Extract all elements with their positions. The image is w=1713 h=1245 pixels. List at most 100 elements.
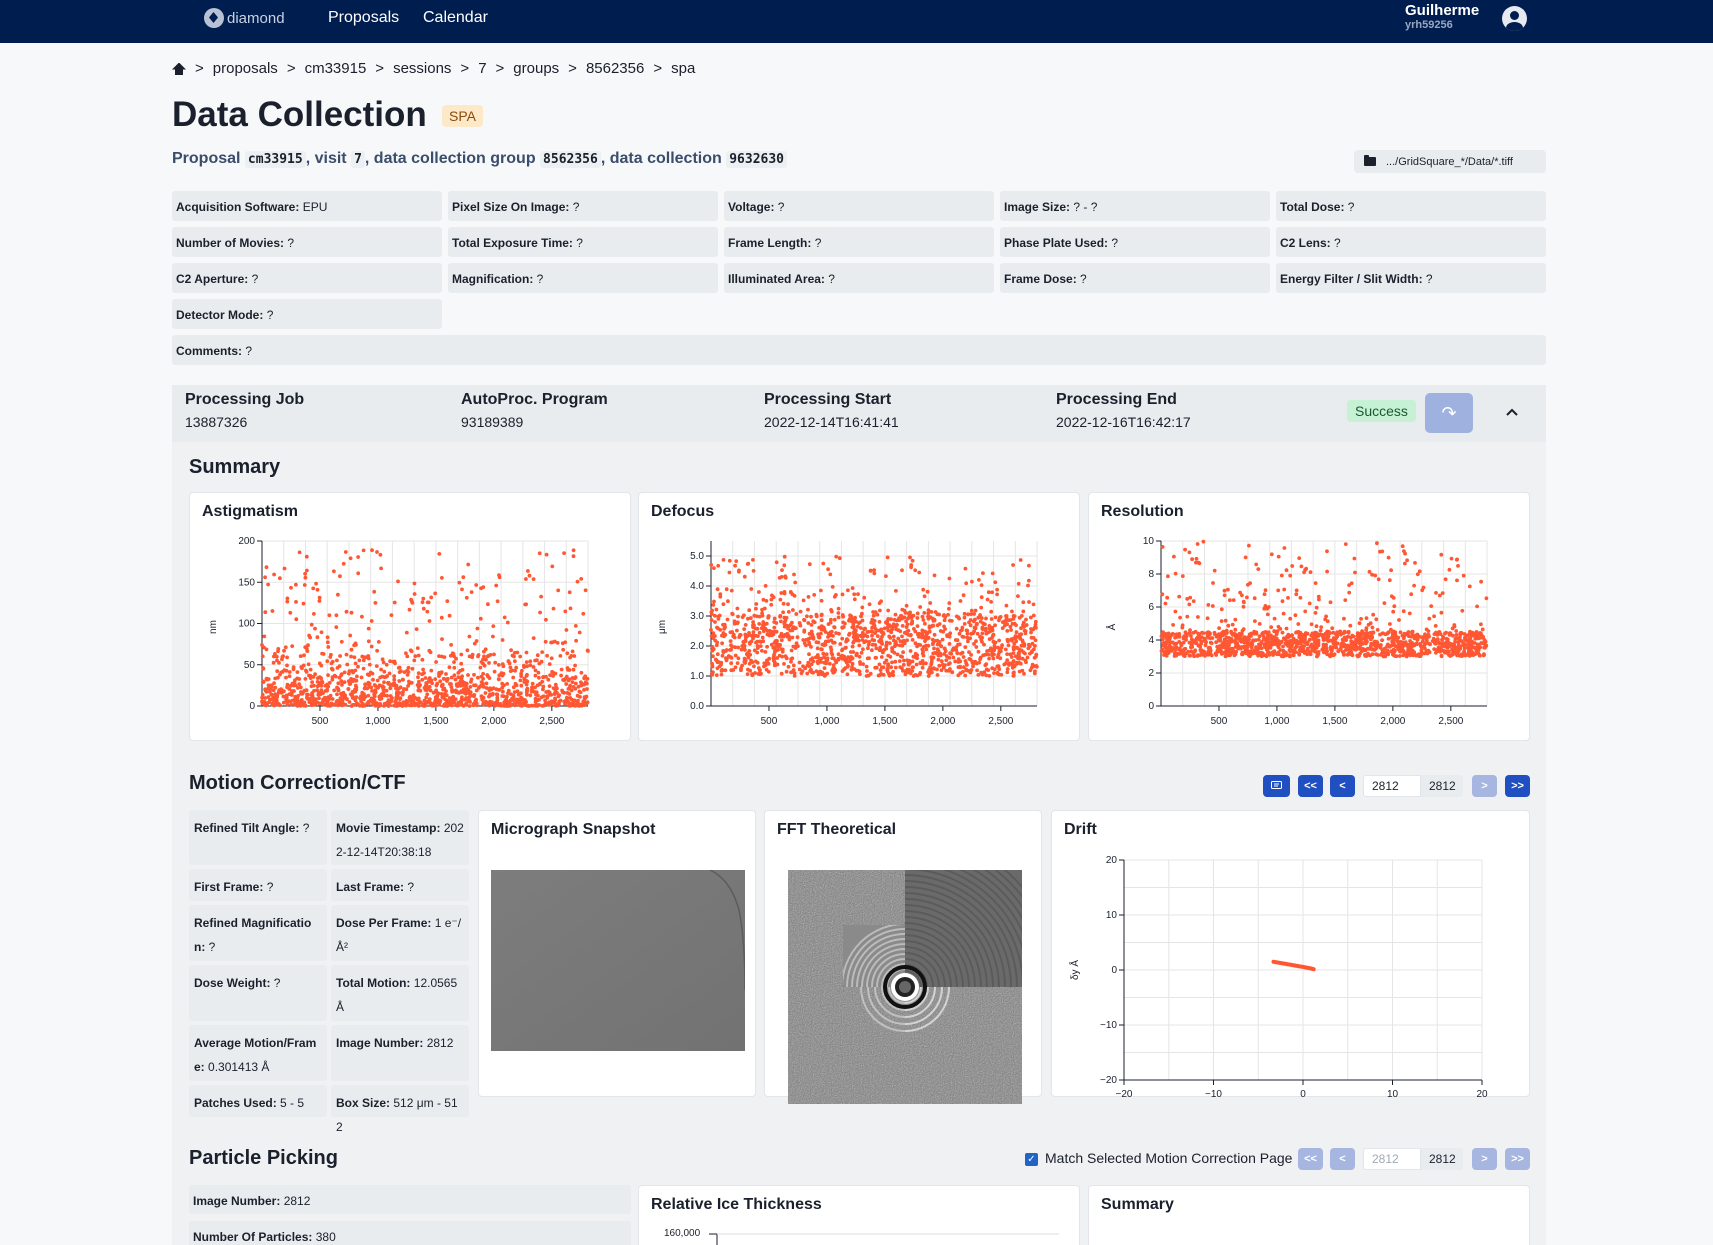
x-tick-label: −20 (1116, 1089, 1133, 1098)
data-point (1188, 628, 1192, 632)
data-point (284, 675, 288, 680)
resolution-chart[interactable]: 0246810500 1,000 1,500 2,000 2,500Å (1089, 493, 1531, 742)
data-point (731, 634, 736, 639)
match-page-checkbox[interactable]: ✓ (1025, 1153, 1038, 1166)
y-tick-label: 6 (1148, 602, 1154, 613)
data-point (1230, 622, 1235, 627)
data-point (583, 588, 588, 593)
data-point (908, 649, 913, 653)
data-point (556, 588, 561, 593)
micrograph-image[interactable] (491, 870, 745, 1051)
breadcrumb-item[interactable]: groups (513, 60, 559, 77)
collapse-button[interactable] (1497, 397, 1527, 427)
data-point (264, 676, 269, 681)
data-point (290, 644, 295, 648)
data-point (357, 658, 362, 663)
data-point (1472, 641, 1477, 645)
picking-last-button[interactable]: >> (1505, 1148, 1530, 1170)
data-point (362, 695, 367, 699)
breadcrumb-item[interactable]: proposals (213, 60, 278, 77)
data-point (920, 614, 925, 619)
picking-first-button[interactable]: << (1298, 1148, 1323, 1170)
data-point (269, 685, 274, 689)
ice-thickness-chart[interactable] (639, 1186, 1081, 1245)
data-point (463, 691, 468, 696)
reprocess-button[interactable]: ↷ (1425, 393, 1473, 433)
data-point (759, 626, 764, 631)
next-page-button[interactable]: > (1472, 775, 1497, 797)
proposal-code: cm33915 (244, 151, 306, 168)
defocus-chart[interactable]: 0.01.02.03.04.05.0500 1,000 1,500 2,000 2,50… (639, 493, 1081, 742)
data-point (1443, 641, 1448, 646)
data-point (1353, 570, 1357, 575)
data-point (832, 625, 836, 629)
first-page-button[interactable]: << (1298, 775, 1323, 797)
data-point (298, 685, 303, 690)
brand-logo[interactable]: diamond (204, 8, 285, 28)
breadcrumb-item[interactable]: 7 (478, 60, 486, 77)
data-point (1016, 594, 1020, 598)
comments-button[interactable] (1263, 775, 1290, 797)
drift-chart[interactable]: −2020−10100010−1020−20δx Åδy Å (1052, 811, 1531, 1098)
data-point (333, 674, 338, 679)
data-point (1325, 569, 1329, 574)
astigmatism-chart[interactable]: 050100150200500 1,000 1,500 2,000 2,500nm (190, 493, 632, 742)
data-point (1033, 622, 1038, 627)
data-point (433, 703, 438, 708)
data-point (345, 662, 350, 667)
data-point (992, 648, 997, 653)
data-point (749, 658, 753, 663)
data-point (1000, 626, 1005, 630)
nav-link-calendar[interactable]: Calendar (423, 9, 488, 27)
home-icon[interactable] (172, 63, 186, 75)
data-point (533, 685, 537, 690)
motion-correction-title: Motion Correction/CTF (189, 772, 406, 794)
picking-next-button[interactable]: > (1472, 1148, 1497, 1170)
data-point (330, 697, 335, 701)
user-info[interactable]: Guilherme yrh59256 (1405, 2, 1479, 31)
file-path-box[interactable]: .../GridSquare_*/Data/*.tiff (1354, 150, 1546, 173)
data-point (571, 554, 576, 559)
picking-page-input[interactable]: 2812 (1363, 1148, 1421, 1170)
last-page-button[interactable]: >> (1505, 775, 1530, 797)
data-point (1208, 640, 1213, 645)
data-point (1386, 636, 1391, 641)
avatar-icon[interactable] (1502, 6, 1527, 31)
data-point (416, 671, 421, 675)
breadcrumb-item[interactable]: sessions (393, 60, 451, 77)
picking-prev-button[interactable]: < (1330, 1148, 1355, 1170)
data-point (365, 682, 370, 686)
data-point (585, 687, 589, 691)
data-point (1482, 645, 1487, 650)
data-point (1229, 646, 1233, 651)
fft-image[interactable] (788, 870, 1022, 1104)
data-point (850, 644, 855, 649)
info-cell: Voltage: ? (724, 191, 994, 221)
data-point (505, 682, 510, 686)
breadcrumb-item[interactable]: 8562356 (586, 60, 644, 77)
motion-page-input[interactable]: 2812 (1363, 775, 1421, 797)
data-point (971, 664, 975, 669)
data-point (514, 683, 519, 688)
data-point (330, 675, 335, 679)
data-point (862, 595, 867, 600)
data-point (1019, 632, 1024, 637)
data-point (781, 610, 785, 615)
processing-job-header[interactable]: Processing Job 13887326 AutoProc. Progra… (172, 385, 1546, 442)
data-point (1426, 632, 1431, 637)
data-point (349, 647, 354, 652)
data-point (1359, 617, 1363, 621)
data-point (335, 658, 339, 663)
breadcrumb-item[interactable]: cm33915 (305, 60, 367, 77)
data-point (1272, 636, 1277, 641)
nav-link-proposals[interactable]: Proposals (328, 9, 399, 27)
prev-page-button[interactable]: < (1330, 775, 1355, 797)
data-point (1233, 627, 1238, 632)
data-point (840, 625, 845, 630)
data-point (814, 612, 819, 617)
data-point (342, 670, 347, 675)
data-point (416, 675, 420, 680)
breadcrumb-item[interactable]: spa (671, 60, 695, 77)
data-point (1305, 642, 1310, 647)
data-point (896, 628, 901, 633)
